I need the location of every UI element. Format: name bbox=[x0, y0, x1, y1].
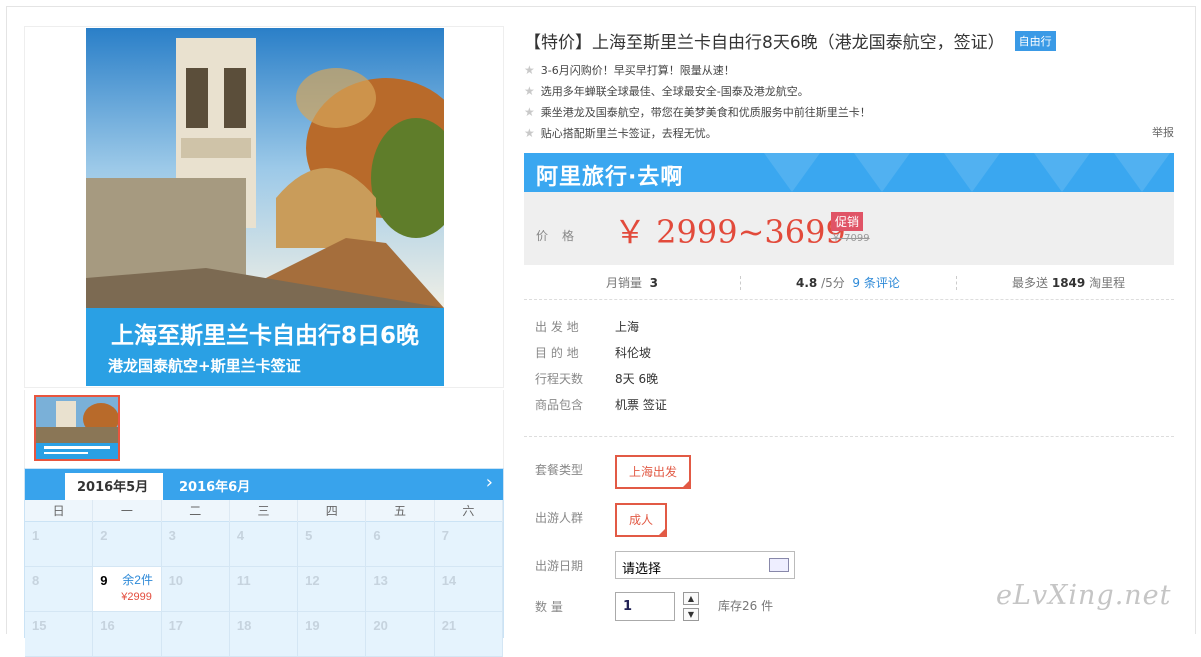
calendar-day: 6 bbox=[366, 522, 435, 567]
decor-triangle bbox=[1034, 153, 1090, 192]
calendar-day: 12 bbox=[298, 567, 367, 612]
divider bbox=[956, 276, 957, 290]
divider bbox=[740, 276, 741, 290]
weekday-label: 二 bbox=[162, 500, 230, 522]
thumbnail-selected[interactable] bbox=[34, 395, 120, 461]
calendar-day: 11 bbox=[229, 567, 299, 612]
quantity-label: 数 量 bbox=[535, 600, 563, 614]
quantity-up-icon[interactable]: ▲ bbox=[683, 592, 699, 605]
calendar-day: 19 bbox=[298, 612, 367, 657]
feature-item: ★ 乘坐港龙及国泰航空，带您在美梦美食和优质服务中前往斯里兰卡！ bbox=[524, 104, 1174, 125]
weekday-label: 四 bbox=[298, 500, 367, 522]
weekday-label: 五 bbox=[366, 500, 435, 522]
star-icon: ★ bbox=[524, 105, 535, 119]
star-icon: ★ bbox=[524, 84, 535, 98]
calendar-day: 3 bbox=[161, 522, 230, 567]
feature-list: ★ 3-6月闪购价！早买早打算！限量从速！ ★ 选用多年蝉联全球最佳、全球最安全-国… bbox=[524, 62, 1174, 146]
date-placeholder: 请选择 bbox=[622, 562, 662, 577]
decor-triangle bbox=[1114, 153, 1170, 192]
product-title: 【特价】上海至斯里兰卡自由行8天6晚（港龙国泰航空，签证） 自由行 bbox=[524, 28, 1056, 53]
info-row: 行程天数 8天 6晚 bbox=[535, 372, 659, 386]
rating: 4.8 /5分 9 条评论 bbox=[796, 276, 900, 290]
brand-logo-text: 阿里旅行·去啊 bbox=[536, 165, 684, 190]
calendar-day: 21 bbox=[434, 612, 503, 657]
calendar-day: 7 bbox=[434, 522, 503, 567]
stats-bar: 月销量 3 4.8 /5分 9 条评论 最多送 1849 淘里程 bbox=[524, 266, 1174, 300]
reward-points: 最多送 1849 淘里程 bbox=[1012, 276, 1126, 290]
thumbnail-strip bbox=[24, 390, 504, 468]
trip-info: 出 发 地上海 目 的 地科伦坡 行程天数 8天 6晚 商品包含 机票 签证 bbox=[535, 318, 667, 422]
image-caption-main: 上海至斯里兰卡自由行8日6晚 bbox=[111, 322, 419, 349]
calendar-day: 20 bbox=[366, 612, 435, 657]
stock-count: 库存26 件 bbox=[718, 599, 774, 613]
category-badge[interactable]: 自由行 bbox=[1014, 31, 1056, 51]
weekday-row: 日 一 二 三 四 五 六 bbox=[25, 500, 503, 522]
weekday-label: 六 bbox=[435, 500, 503, 522]
feature-text: 3-6月闪购价！早买早打算！限量从速！ bbox=[540, 64, 735, 77]
quantity-input[interactable]: 1 bbox=[615, 592, 675, 621]
calendar-day: 13 bbox=[366, 567, 435, 612]
weekday-label: 三 bbox=[230, 500, 299, 522]
calendar-day: 2 bbox=[93, 522, 162, 567]
star-icon: ★ bbox=[524, 63, 535, 77]
original-price: ￥ 7099 bbox=[831, 233, 870, 244]
next-month-icon[interactable]: › bbox=[486, 474, 493, 492]
weekday-label: 一 bbox=[93, 500, 162, 522]
calendar-day: 10 bbox=[161, 567, 230, 612]
decor-triangle bbox=[944, 153, 1000, 192]
reviews-link[interactable]: 9 条评论 bbox=[852, 276, 899, 290]
day-price: ¥2999 bbox=[121, 591, 152, 603]
traveler-type-label: 出游人群 bbox=[535, 511, 584, 525]
product-title-text: 【特价】上海至斯里兰卡自由行8天6晚（港龙国泰航空，签证） bbox=[524, 33, 1005, 53]
remaining-stock: 余2件 bbox=[122, 573, 153, 587]
price-value: ￥ 2999~3699 bbox=[614, 213, 846, 251]
feature-text: 选用多年蝉联全球最佳、全球最安全-国泰及港龙航空。 bbox=[540, 85, 809, 98]
calendar-grid: 1 2 3 4 5 6 7 8 9 余2件 ¥2999 10 11 12 13 … bbox=[25, 522, 503, 657]
info-row: 商品包含 机票 签证 bbox=[535, 398, 667, 412]
monthly-sales: 月销量 3 bbox=[606, 276, 659, 290]
feature-text: 乘坐港龙及国泰航空，带您在美梦美食和优质服务中前往斯里兰卡！ bbox=[540, 106, 871, 119]
info-row: 目 的 地科伦坡 bbox=[535, 346, 652, 360]
departure-calendar: 2016年5月 2016年6月 › 日 一 二 三 四 五 六 1 2 3 4 … bbox=[24, 468, 504, 657]
day-number: 9 bbox=[100, 573, 108, 588]
tab-june-2016[interactable]: 2016年6月 bbox=[167, 473, 262, 500]
feature-item: ★ 贴心搭配斯里兰卡签证，去程无忧。 bbox=[524, 125, 1174, 146]
calendar-day: 4 bbox=[229, 522, 299, 567]
decor-triangle bbox=[764, 153, 820, 192]
price-label: 价格 bbox=[536, 229, 589, 243]
calendar-day: 8 bbox=[25, 567, 94, 612]
calendar-day: 18 bbox=[229, 612, 299, 657]
calendar-day: 14 bbox=[434, 567, 503, 612]
product-gallery: 上海至斯里兰卡自由行8日6晚 港龙国泰航空+斯里兰卡签证 bbox=[24, 26, 504, 388]
tab-may-2016[interactable]: 2016年5月 bbox=[65, 473, 163, 500]
traveler-option-adult[interactable]: 成人 bbox=[615, 503, 668, 537]
weekday-label: 日 bbox=[25, 500, 94, 522]
calendar-day: 5 bbox=[298, 522, 367, 567]
price-banner: 阿里旅行·去啊 价格 ￥ 2999~3699 促销 ￥ 7099 bbox=[524, 153, 1174, 265]
star-icon: ★ bbox=[524, 126, 535, 140]
info-row: 出 发 地上海 bbox=[535, 320, 640, 334]
decor-triangle bbox=[854, 153, 910, 192]
calendar-header: 2016年5月 2016年6月 › bbox=[25, 469, 503, 500]
feature-item: ★ 3-6月闪购价！早买早打算！限量从速！ bbox=[524, 62, 1174, 83]
travel-date-label: 出游日期 bbox=[535, 559, 584, 573]
calendar-day: 16 bbox=[93, 612, 162, 657]
calendar-day: 15 bbox=[25, 612, 94, 657]
calendar-day: 1 bbox=[25, 522, 94, 567]
package-option-shanghai[interactable]: 上海出发 bbox=[615, 455, 692, 489]
calendar-day: 17 bbox=[161, 612, 230, 657]
feature-item: ★ 选用多年蝉联全球最佳、全球最安全-国泰及港龙航空。 bbox=[524, 83, 1174, 104]
image-caption-sub: 港龙国泰航空+斯里兰卡签证 bbox=[108, 357, 301, 375]
main-product-image[interactable]: 上海至斯里兰卡自由行8日6晚 港龙国泰航空+斯里兰卡签证 bbox=[86, 28, 444, 386]
brand-bar: 阿里旅行·去啊 bbox=[524, 153, 1174, 192]
calendar-icon[interactable] bbox=[769, 558, 789, 572]
report-link[interactable]: 举报 bbox=[1152, 124, 1174, 140]
travel-date-input[interactable]: 请选择 bbox=[615, 551, 795, 579]
section-divider bbox=[524, 436, 1174, 437]
calendar-day-available[interactable]: 9 余2件 ¥2999 bbox=[93, 567, 162, 612]
package-type-label: 套餐类型 bbox=[535, 463, 584, 477]
site-watermark: eLvXing.net bbox=[996, 580, 1172, 611]
quantity-down-icon[interactable]: ▼ bbox=[683, 608, 699, 621]
feature-text: 贴心搭配斯里兰卡签证，去程无忧。 bbox=[540, 127, 717, 140]
